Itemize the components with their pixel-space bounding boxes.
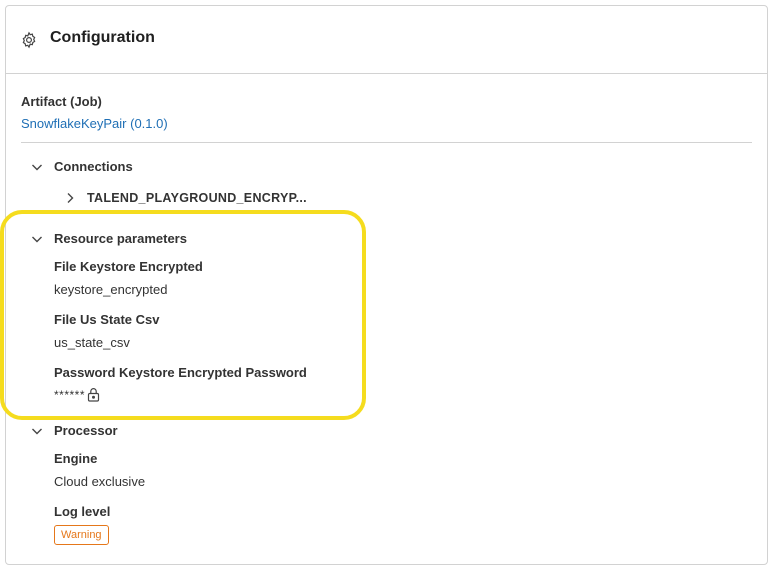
lock-icon	[87, 388, 100, 402]
artifact-link[interactable]: SnowflakeKeyPair (0.1.0)	[21, 116, 168, 131]
connection-item[interactable]: TALEND_PLAYGROUND_ENCRYP...	[63, 191, 307, 205]
divider	[21, 142, 752, 143]
connections-toggle[interactable]: Connections	[30, 159, 133, 174]
gear-icon	[22, 31, 36, 49]
connection-item-label: TALEND_PLAYGROUND_ENCRYP...	[87, 191, 307, 205]
panel-header: Configuration	[6, 6, 767, 74]
field-label: File Keystore Encrypted	[54, 259, 203, 274]
field-label: File Us State Csv	[54, 312, 160, 327]
page-title: Configuration	[50, 29, 155, 46]
password-mask: ******	[54, 387, 86, 402]
field-label: Log level	[54, 504, 111, 519]
chevron-down-icon	[32, 428, 42, 434]
resource-parameters-toggle[interactable]: Resource parameters	[30, 231, 187, 246]
resource-parameters-label: Resource parameters	[54, 231, 187, 246]
processor-label: Processor	[54, 423, 118, 438]
chevron-down-icon	[32, 164, 42, 170]
field-value: Cloud exclusive	[54, 474, 146, 489]
configuration-panel: Configuration Artifact (Job) SnowflakeKe…	[5, 5, 768, 565]
field-value: keystore_encrypted	[54, 282, 168, 297]
chevron-right-icon	[67, 193, 74, 203]
field-value: us_state_csv	[54, 335, 130, 350]
chevron-down-icon	[32, 236, 42, 242]
connections-label: Connections	[54, 159, 133, 174]
processor-toggle[interactable]: Processor	[30, 423, 118, 438]
password-value-row: ******	[54, 387, 100, 402]
field-label: Engine	[54, 451, 98, 466]
artifact-label: Artifact (Job)	[21, 94, 102, 109]
field-label: Password Keystore Encrypted Password	[54, 365, 307, 380]
log-level-badge: Warning	[54, 525, 109, 545]
